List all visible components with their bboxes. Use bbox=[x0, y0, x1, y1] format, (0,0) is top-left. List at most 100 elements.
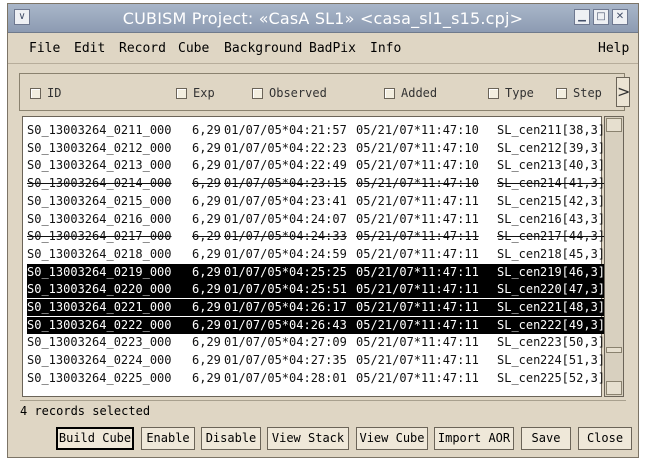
cell-observed: 01/07/05*04:26:17 bbox=[224, 300, 347, 314]
list-item[interactable]: S0_13003264_0212_000 6,29 01/07/05*04:22:2… bbox=[27, 140, 605, 157]
cell-step: 225[52,3] bbox=[540, 370, 606, 385]
list-item[interactable]: S0_13003264_0224_000 6,29 01/07/05*04:27:3… bbox=[27, 352, 605, 369]
list-item[interactable]: S0_13003264_0222_000 6,29 01/07/05*04:26:4… bbox=[27, 316, 605, 334]
list-item[interactable]: S0_13003264_0221_000 6,29 01/07/05*04:26:1… bbox=[27, 299, 605, 316]
cell-step: 211[38,3] bbox=[540, 123, 606, 137]
cell-added: 05/21/07*11:47:11 bbox=[356, 246, 479, 261]
cell-exp: 6,29 bbox=[192, 193, 221, 208]
import-aor-button[interactable]: Import AOR bbox=[434, 427, 514, 450]
cell-observed: 01/07/05*04:25:51 bbox=[224, 282, 347, 297]
list-scrollbar[interactable] bbox=[604, 116, 624, 397]
enable-button[interactable]: Enable bbox=[141, 427, 195, 450]
list-item[interactable]: S0_13003264_0223_000 6,29 01/07/05*04:27:0… bbox=[27, 334, 605, 351]
menu-record[interactable]: Record bbox=[119, 41, 166, 56]
cell-step: 224[51,3] bbox=[540, 353, 606, 368]
cell-type: SL_cen bbox=[497, 158, 541, 173]
menu-edit[interactable]: Edit bbox=[74, 41, 105, 56]
cell-observed: 01/07/05*04:22:49 bbox=[224, 158, 347, 173]
cell-exp: 6,29 bbox=[192, 176, 221, 191]
build-cube-button[interactable]: Build Cube bbox=[56, 427, 134, 450]
cell-exp: 6,29 bbox=[192, 158, 221, 173]
cell-step: 212[39,3] bbox=[540, 140, 606, 155]
column-toggle-step[interactable]: Step bbox=[556, 86, 602, 100]
cell-observed: 01/07/05*04:26:43 bbox=[224, 317, 347, 332]
scroll-thumb[interactable] bbox=[606, 347, 622, 353]
cell-observed: 01/07/05*04:21:57 bbox=[224, 123, 347, 137]
cell-observed: 01/07/05*04:27:09 bbox=[224, 335, 347, 350]
cell-type: SL_cen bbox=[497, 317, 541, 332]
cell-observed: 01/07/05*04:24:59 bbox=[224, 246, 347, 261]
column-toggle-id[interactable]: ID bbox=[30, 86, 61, 100]
cell-type: SL_cen bbox=[497, 282, 541, 297]
cell-type: SL_cen bbox=[497, 229, 541, 244]
title-bar[interactable]: ∨ CUBISM Project: «CasA SL1» <casa_sl1_s… bbox=[8, 4, 638, 33]
cell-exp: 6,29 bbox=[192, 370, 221, 385]
cell-observed: 01/07/05*04:22:23 bbox=[224, 140, 347, 155]
column-toggle-type[interactable]: Type bbox=[488, 86, 534, 100]
cell-id: S0_13003264_0216_000 bbox=[27, 211, 172, 226]
list-item[interactable]: S0_13003264_0211_000 6,29 01/07/05*04:21:5… bbox=[27, 122, 605, 139]
list-item[interactable]: S0_13003264_0225_000 6,29 01/07/05*04:28:0… bbox=[27, 370, 605, 387]
menu-background[interactable]: Background bbox=[224, 41, 302, 56]
cell-observed: 01/07/05*04:23:15 bbox=[224, 176, 347, 191]
cell-id: S0_13003264_0223_000 bbox=[27, 335, 172, 350]
cell-id: S0_13003264_0211_000 bbox=[27, 123, 172, 137]
scroll-up-arrow-icon[interactable] bbox=[606, 118, 622, 132]
list-item[interactable]: S0_13003264_0218_000 6,29 01/07/05*04:24:5… bbox=[27, 246, 605, 263]
status-bar: 4 records selected bbox=[20, 400, 626, 422]
cell-exp: 6,29 bbox=[192, 264, 221, 279]
cell-id: S0_13003264_0214_000 bbox=[27, 176, 172, 191]
list-item[interactable]: S0_13003264_0216_000 6,29 01/07/05*04:24:0… bbox=[27, 211, 605, 228]
records-list[interactable]: S0_13003264_0211_000 6,29 01/07/05*04:21:5… bbox=[22, 116, 605, 397]
cell-type: SL_cen bbox=[497, 264, 541, 279]
list-item[interactable]: S0_13003264_0220_000 6,29 01/07/05*04:25:5… bbox=[27, 281, 605, 299]
cell-id: S0_13003264_0212_000 bbox=[27, 140, 172, 155]
cell-added: 05/21/07*11:47:11 bbox=[356, 353, 479, 368]
cell-step: 217[44,3] bbox=[540, 229, 606, 244]
cell-exp: 6,29 bbox=[192, 140, 221, 155]
view-cube-button[interactable]: View Cube bbox=[356, 427, 428, 450]
cell-added: 05/21/07*11:47:11 bbox=[356, 282, 479, 297]
menu-cube[interactable]: Cube bbox=[178, 41, 209, 56]
cell-observed: 01/07/05*04:24:33 bbox=[224, 229, 347, 244]
cell-exp: 6,29 bbox=[192, 246, 221, 261]
list-item[interactable]: S0_13003264_0213_000 6,29 01/07/05*04:22:4… bbox=[27, 157, 605, 174]
close-icon[interactable]: ✕ bbox=[612, 9, 628, 25]
view-stack-button[interactable]: View Stack bbox=[267, 427, 349, 450]
cell-added: 05/21/07*11:47:11 bbox=[356, 229, 479, 244]
column-toggle-bar: ID Exp Observed Added Type Step > bbox=[19, 73, 630, 111]
cell-added: 05/21/07*11:47:10 bbox=[356, 140, 479, 155]
close-button[interactable]: Close bbox=[578, 427, 632, 450]
column-toggle-observed[interactable]: Observed bbox=[252, 86, 327, 100]
cell-step: 214[41,3] bbox=[540, 176, 606, 191]
scroll-columns-right-icon[interactable]: > bbox=[616, 77, 630, 107]
menu-file[interactable]: File bbox=[29, 41, 60, 56]
checkbox-icon bbox=[176, 87, 187, 99]
disable-button[interactable]: Disable bbox=[201, 427, 261, 450]
save-button[interactable]: Save bbox=[521, 427, 571, 450]
cell-observed: 01/07/05*04:28:01 bbox=[224, 370, 347, 385]
cell-observed: 01/07/05*04:25:25 bbox=[224, 264, 347, 279]
list-item[interactable]: S0_13003264_0215_000 6,29 01/07/05*04:23:4… bbox=[27, 193, 605, 210]
minimize-icon[interactable]: ▁ bbox=[574, 9, 590, 25]
list-item[interactable]: S0_13003264_0214_000 6,29 01/07/05*04:23:1… bbox=[27, 175, 605, 192]
cell-exp: 6,29 bbox=[192, 211, 221, 226]
cell-type: SL_cen bbox=[497, 246, 541, 261]
list-item[interactable]: S0_13003264_0219_000 6,29 01/07/05*04:25:2… bbox=[27, 263, 605, 281]
list-item[interactable]: S0_13003264_0217_000 6,29 01/07/05*04:24:3… bbox=[27, 228, 605, 245]
cell-step: 215[42,3] bbox=[540, 193, 606, 208]
menu-badpix[interactable]: BadPix bbox=[309, 41, 356, 56]
menu-help[interactable]: Help bbox=[598, 41, 629, 56]
cell-exp: 6,29 bbox=[192, 300, 221, 314]
cell-id: S0_13003264_0224_000 bbox=[27, 353, 172, 368]
menu-info[interactable]: Info bbox=[370, 41, 401, 56]
column-toggle-exp[interactable]: Exp bbox=[176, 86, 215, 100]
menu-bar: File Edit Record Cube Background BadPix … bbox=[8, 33, 638, 64]
cell-type: SL_cen bbox=[497, 211, 541, 226]
column-toggle-added[interactable]: Added bbox=[384, 86, 437, 100]
scroll-down-arrow-icon[interactable] bbox=[606, 381, 622, 395]
maximize-icon[interactable]: □ bbox=[593, 9, 609, 25]
cell-added: 05/21/07*11:47:11 bbox=[356, 193, 479, 208]
cell-step: 221[48,3] bbox=[540, 300, 606, 314]
cell-type: SL_cen bbox=[497, 300, 541, 314]
